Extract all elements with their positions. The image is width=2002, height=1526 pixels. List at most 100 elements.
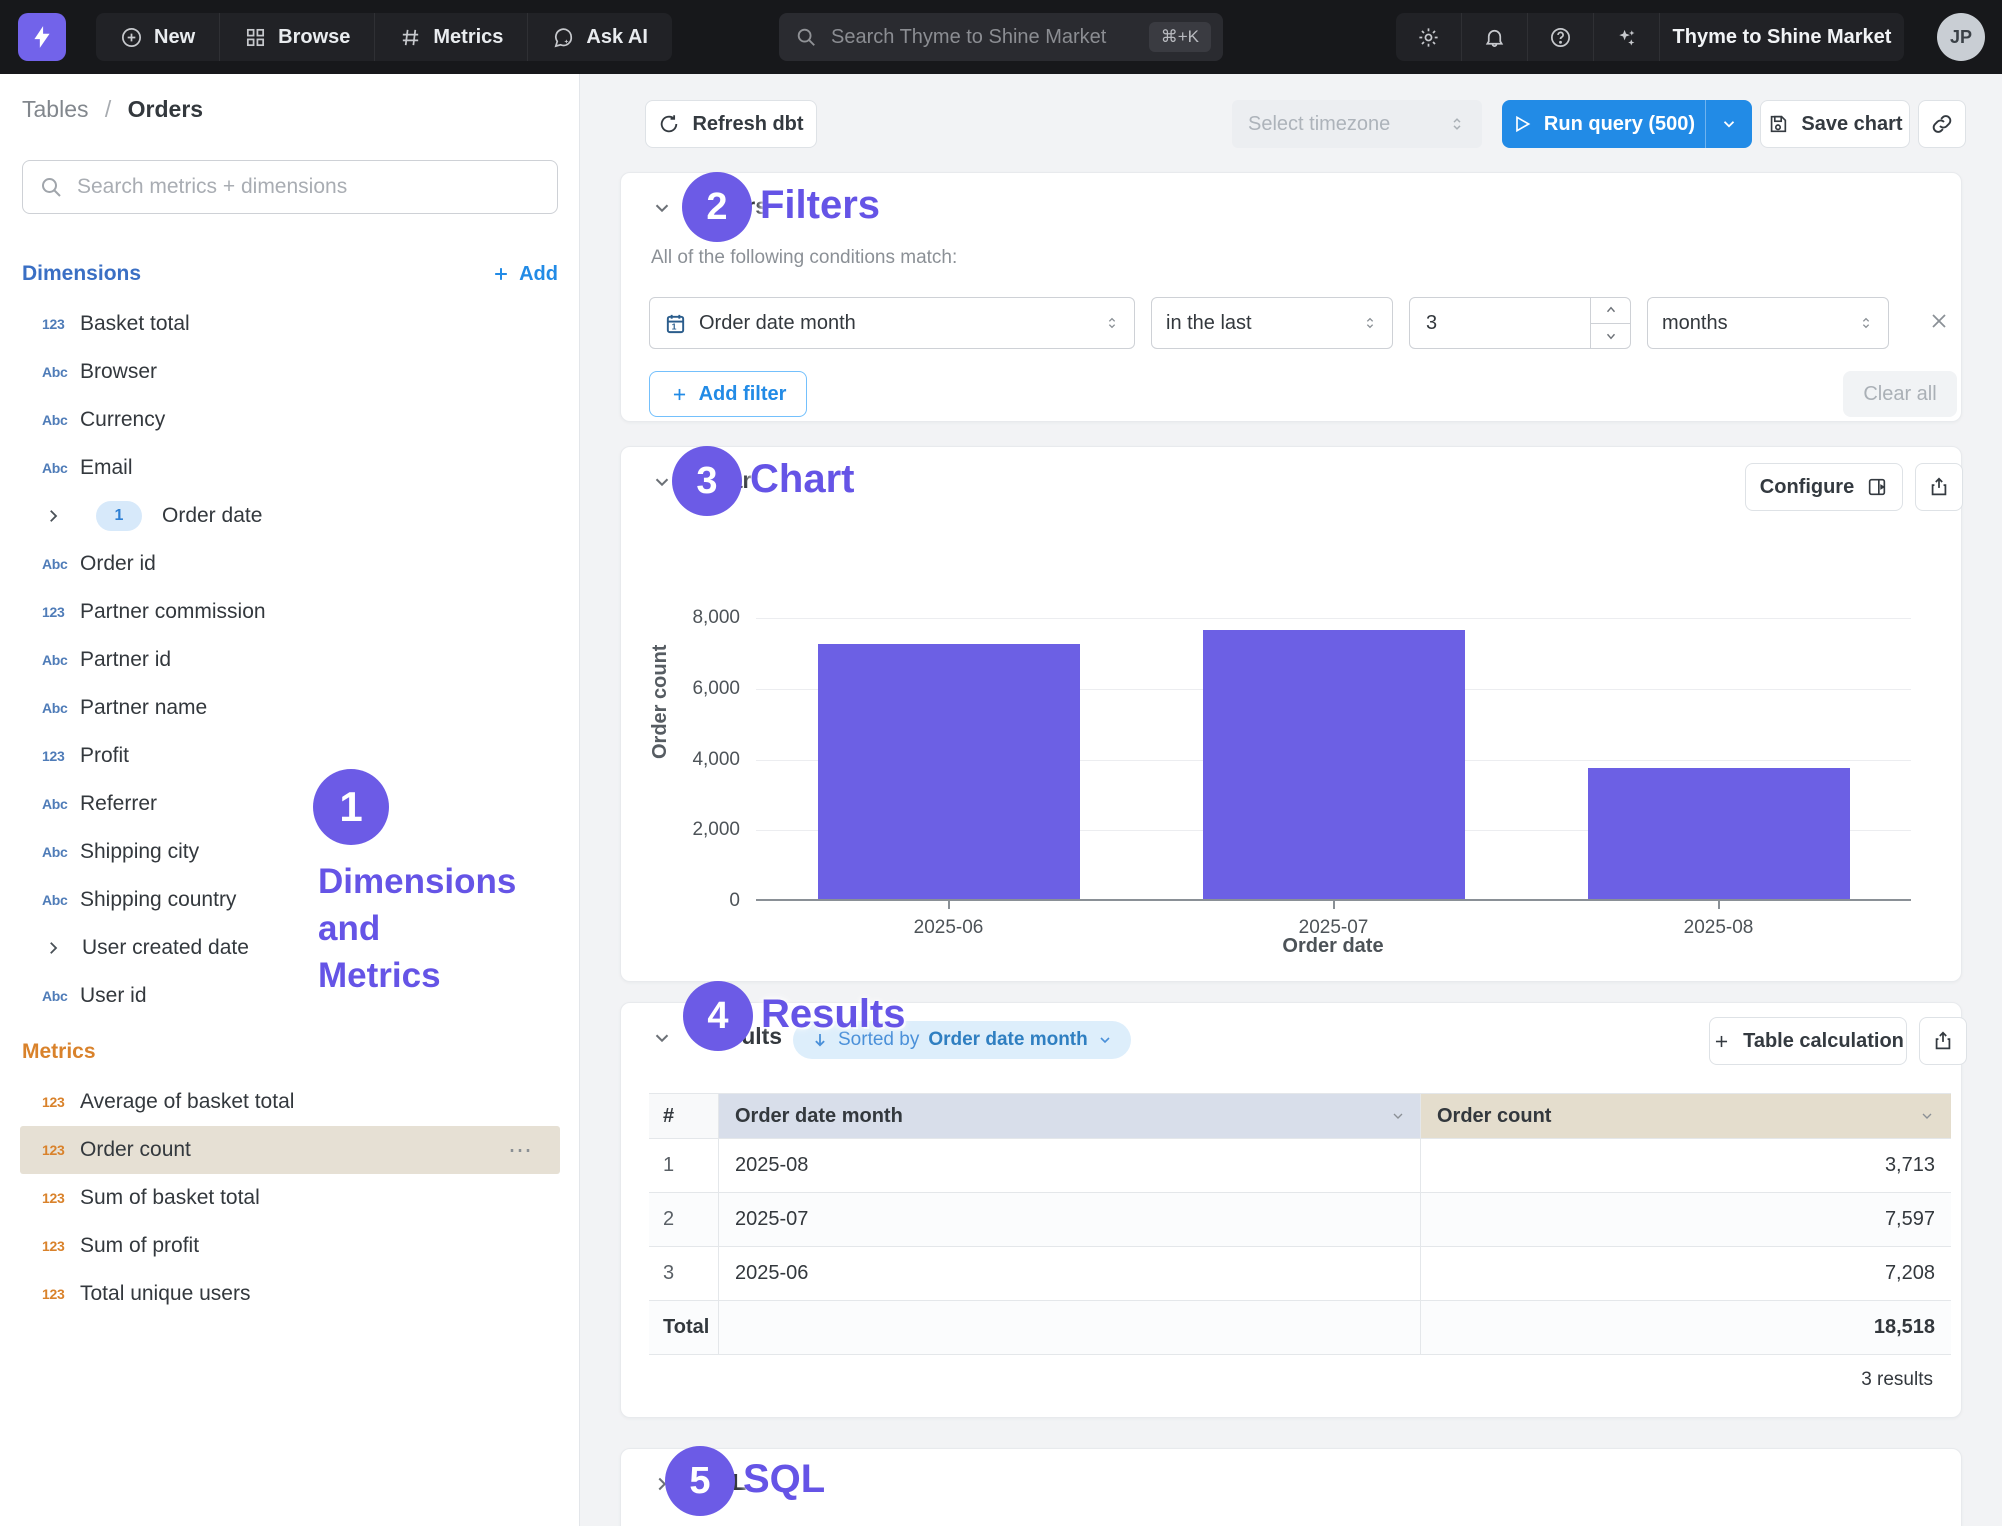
ai-sparkles-button[interactable] <box>1594 13 1660 61</box>
stepper-up-button[interactable] <box>1591 298 1630 324</box>
sidebar-item-sum-of-basket-total[interactable]: 123 Sum of basket total <box>20 1174 560 1222</box>
sidebar-item-partner-name[interactable]: Abc Partner name <box>20 684 560 732</box>
select-chevrons-icon <box>1362 315 1378 331</box>
sidebar-item-browser[interactable]: Abc Browser <box>20 348 560 396</box>
remove-filter-button[interactable] <box>1927 309 1951 333</box>
sidebar-item-user-id[interactable]: Abc User id <box>20 972 560 1020</box>
sidebar-item-sum-of-profit[interactable]: 123 Sum of profit <box>20 1222 560 1270</box>
nav-item-browse[interactable]: Browse <box>220 13 375 61</box>
bar-chart-plot[interactable]: 02,0004,0006,0008,0002025-062025-072025-… <box>756 618 1911 901</box>
play-icon <box>1512 114 1532 134</box>
sql-section-title: SQL <box>699 1469 746 1496</box>
bell-icon <box>1483 26 1506 49</box>
table-calculation-button[interactable]: Table calculation <box>1709 1017 1907 1065</box>
add-dimension-button[interactable]: Add <box>491 263 558 286</box>
nav-item-label: Ask AI <box>586 26 648 49</box>
sidebar-item-total-unique-users[interactable]: 123 Total unique users <box>20 1270 560 1318</box>
clear-all-filters-button[interactable]: Clear all <box>1843 371 1957 417</box>
share-export-icon <box>1932 1030 1954 1052</box>
run-query-button[interactable]: Run query (500) <box>1502 100 1706 148</box>
export-results-button[interactable] <box>1919 1017 1967 1065</box>
save-chart-button[interactable]: Save chart <box>1760 100 1910 148</box>
sidebar-item-shipping-country[interactable]: Abc Shipping country <box>20 876 560 924</box>
sidebar-item-average-of-basket-total[interactable]: 123 Average of basket total <box>20 1078 560 1126</box>
chat-sparkle-icon <box>552 26 575 49</box>
nav-item-metrics[interactable]: Metrics <box>375 13 528 61</box>
user-avatar[interactable]: JP <box>1937 13 1985 61</box>
column-header-index[interactable]: # <box>649 1094 719 1138</box>
filter-field-select[interactable]: 1 Order date month <box>649 297 1135 349</box>
nav-item-new[interactable]: New <box>96 13 220 61</box>
sidebar-item-currency[interactable]: Abc Currency <box>20 396 560 444</box>
sidebar-item-shipping-city[interactable]: Abc Shipping city <box>20 828 560 876</box>
dimensions-title: Dimensions <box>22 262 141 286</box>
export-chart-button[interactable] <box>1915 463 1963 511</box>
sidebar-item-email[interactable]: Abc Email <box>20 444 560 492</box>
field-label: Sum of profit <box>80 1234 199 1258</box>
chevron-down-icon <box>1097 1032 1113 1048</box>
share-export-icon <box>1928 476 1950 498</box>
sidebar-item-basket-total[interactable]: 123 Basket total <box>20 300 560 348</box>
column-header-order-date-month[interactable]: Order date month <box>719 1094 1421 1138</box>
results-card: Results Sorted by Order date month Table… <box>620 1002 1962 1418</box>
sidebar-item-order-count[interactable]: 123 Order count ⋯ <box>20 1126 560 1174</box>
nav-menu-group: New Browse Metrics Ask AI <box>96 13 672 61</box>
breadcrumb-tables-link[interactable]: Tables <box>22 96 88 122</box>
chart-x-axis-title: Order date <box>1282 935 1383 958</box>
field-label: Basket total <box>80 312 190 336</box>
table-row[interactable]: 1 2025-08 3,713 <box>649 1139 1951 1193</box>
org-name-button[interactable]: Thyme to Shine Market <box>1660 13 1904 61</box>
sidebar-item-partner-id[interactable]: Abc Partner id <box>20 636 560 684</box>
chevron-down-icon[interactable] <box>651 1027 673 1049</box>
plus-circle-icon <box>120 26 143 49</box>
field-label: Shipping country <box>80 888 236 912</box>
global-search-input[interactable]: Search Thyme to Shine Market ⌘+K <box>779 13 1223 61</box>
timezone-select[interactable]: Select timezone <box>1232 100 1482 148</box>
sidebar-item-profit[interactable]: 123 Profit <box>20 732 560 780</box>
number-type-icon: 123 <box>20 1094 80 1110</box>
field-menu-ellipsis[interactable]: ⋯ <box>508 1136 534 1165</box>
settings-button[interactable] <box>1396 13 1462 61</box>
sidebar-item-referrer[interactable]: Abc Referrer <box>20 780 560 828</box>
run-query-dropdown-button[interactable] <box>1706 100 1752 148</box>
help-button[interactable] <box>1528 13 1594 61</box>
table-row[interactable]: 2 2025-07 7,597 <box>649 1193 1951 1247</box>
table-calculation-label: Table calculation <box>1743 1030 1904 1053</box>
explore-sidebar: Tables / Orders Search metrics + dimensi… <box>0 74 580 1526</box>
share-link-button[interactable] <box>1918 100 1966 148</box>
refresh-dbt-button[interactable]: Refresh dbt <box>645 100 817 148</box>
notifications-button[interactable] <box>1462 13 1528 61</box>
chevron-down-icon <box>1390 1108 1406 1124</box>
dimensions-header: Dimensions Add <box>22 262 558 286</box>
sidebar-item-user-created-date[interactable]: User created date <box>20 924 560 972</box>
bar-2025-07[interactable] <box>1203 630 1465 899</box>
string-type-icon: Abc <box>20 460 80 476</box>
chevron-down-icon[interactable] <box>651 471 673 493</box>
field-label: Partner commission <box>80 600 266 624</box>
filter-unit-select[interactable]: months <box>1647 297 1889 349</box>
sidebar-item-order-id[interactable]: Abc Order id <box>20 540 560 588</box>
sidebar-item-partner-commission[interactable]: 123 Partner commission <box>20 588 560 636</box>
sorted-by-pill[interactable]: Sorted by Order date month <box>793 1021 1131 1059</box>
configure-chart-button[interactable]: Configure <box>1745 463 1903 511</box>
fields-search-placeholder: Search metrics + dimensions <box>77 175 347 199</box>
chevron-right-icon <box>20 507 80 525</box>
string-type-icon: Abc <box>20 988 80 1004</box>
lightdash-logo[interactable] <box>18 13 66 61</box>
stepper-down-button[interactable] <box>1591 324 1630 349</box>
string-type-icon: Abc <box>20 796 80 812</box>
add-filter-button[interactable]: Add filter <box>649 371 807 417</box>
sidebar-item-order-date[interactable]: 1 Order date <box>20 492 560 540</box>
nav-item-ask-ai[interactable]: Ask AI <box>528 13 672 61</box>
chevron-right-icon[interactable] <box>651 1473 673 1495</box>
column-header-order-count[interactable]: Order count <box>1421 1094 1951 1138</box>
grid-icon <box>244 26 267 49</box>
number-type-icon: 123 <box>20 1238 80 1254</box>
table-row[interactable]: 3 2025-06 7,208 <box>649 1247 1951 1301</box>
bar-2025-08[interactable] <box>1588 768 1850 899</box>
filter-value-stepper[interactable]: 3 <box>1409 297 1631 349</box>
filter-operator-select[interactable]: in the last <box>1151 297 1393 349</box>
fields-search-input[interactable]: Search metrics + dimensions <box>22 160 558 214</box>
bar-2025-06[interactable] <box>818 644 1080 899</box>
chevron-down-icon[interactable] <box>651 197 673 219</box>
